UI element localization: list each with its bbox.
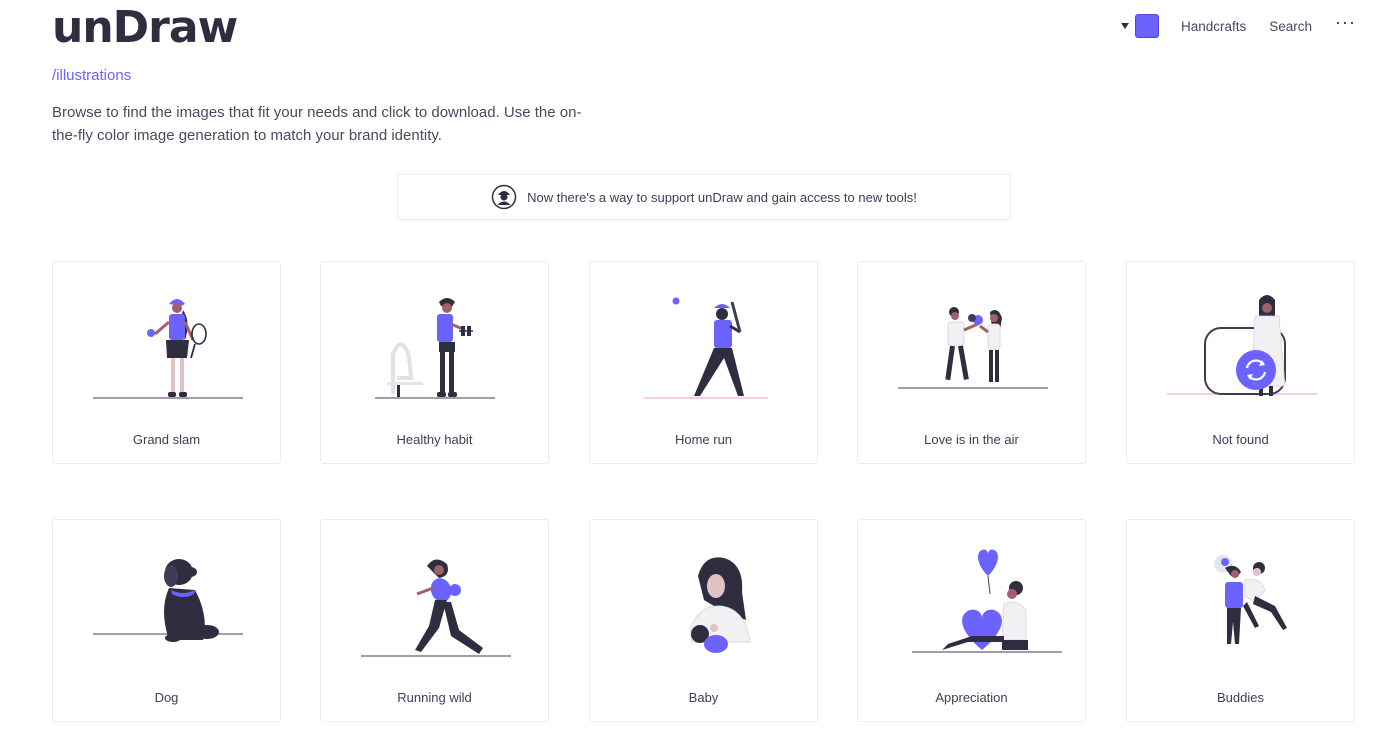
illustration-card[interactable]: Not found xyxy=(1126,261,1355,464)
tennis-player-illustration xyxy=(93,299,243,399)
illustration-card[interactable]: Dog xyxy=(52,519,281,722)
illustration-card[interactable]: Grand slam xyxy=(52,261,281,464)
brand-logo[interactable]: unDraw xyxy=(52,2,238,54)
illustration-title: Appreciation xyxy=(935,690,1008,705)
gym-workout-illustration xyxy=(375,298,495,399)
support-banner-text: Now there's a way to support unDraw and … xyxy=(527,189,917,205)
illustration-card[interactable]: Home run xyxy=(589,261,818,464)
illustration-card[interactable]: Running wild xyxy=(320,519,549,722)
runner-illustration xyxy=(361,559,511,657)
supporter-avatar-icon xyxy=(491,184,517,210)
illustration-title: Dog xyxy=(154,690,179,705)
page-subtitle: /illustrations xyxy=(52,67,132,84)
illustration-card[interactable]: Healthy habit xyxy=(320,261,549,464)
nav-link-handcrafts[interactable]: Handcrafts xyxy=(1181,19,1246,34)
intro-text: Browse to find the images that fit your … xyxy=(52,104,582,144)
illustration-title: Home run xyxy=(674,432,733,447)
illustration-title: Running wild xyxy=(397,690,472,705)
nav-link-search[interactable]: Search xyxy=(1269,19,1312,34)
accent-color-swatch[interactable] xyxy=(1134,14,1159,38)
illustration-title: Healthy habit xyxy=(396,432,473,447)
illustration-card[interactable]: Appreciation xyxy=(857,519,1086,722)
illustration-title: Grand slam xyxy=(132,432,201,447)
baseball-batter-illustration xyxy=(644,297,768,399)
top-nav: Handcrafts Search ··· xyxy=(1120,13,1356,38)
appreciation-heart-illustration xyxy=(912,549,1062,653)
baby-illustration xyxy=(689,557,751,653)
illustration-title: Buddies xyxy=(1217,690,1264,705)
illustration-title: Love is in the air xyxy=(924,432,1019,447)
illustration-title: Not found xyxy=(1212,432,1269,447)
illustration-title: Baby xyxy=(688,690,719,705)
buddies-illustration xyxy=(1214,555,1287,644)
illustration-card[interactable]: Buddies xyxy=(1126,519,1355,722)
not-found-illustration xyxy=(1167,295,1317,396)
support-banner[interactable]: Now there's a way to support unDraw and … xyxy=(397,174,1011,220)
illustration-card[interactable]: Love is in the air xyxy=(857,261,1086,464)
color-picker[interactable] xyxy=(1120,14,1159,38)
caret-down-icon xyxy=(1120,23,1129,29)
dog-illustration xyxy=(93,559,243,642)
illustration-card[interactable]: Baby xyxy=(589,519,818,722)
couple-flowers-illustration xyxy=(898,307,1048,389)
more-menu-icon[interactable]: ··· xyxy=(1335,13,1356,37)
